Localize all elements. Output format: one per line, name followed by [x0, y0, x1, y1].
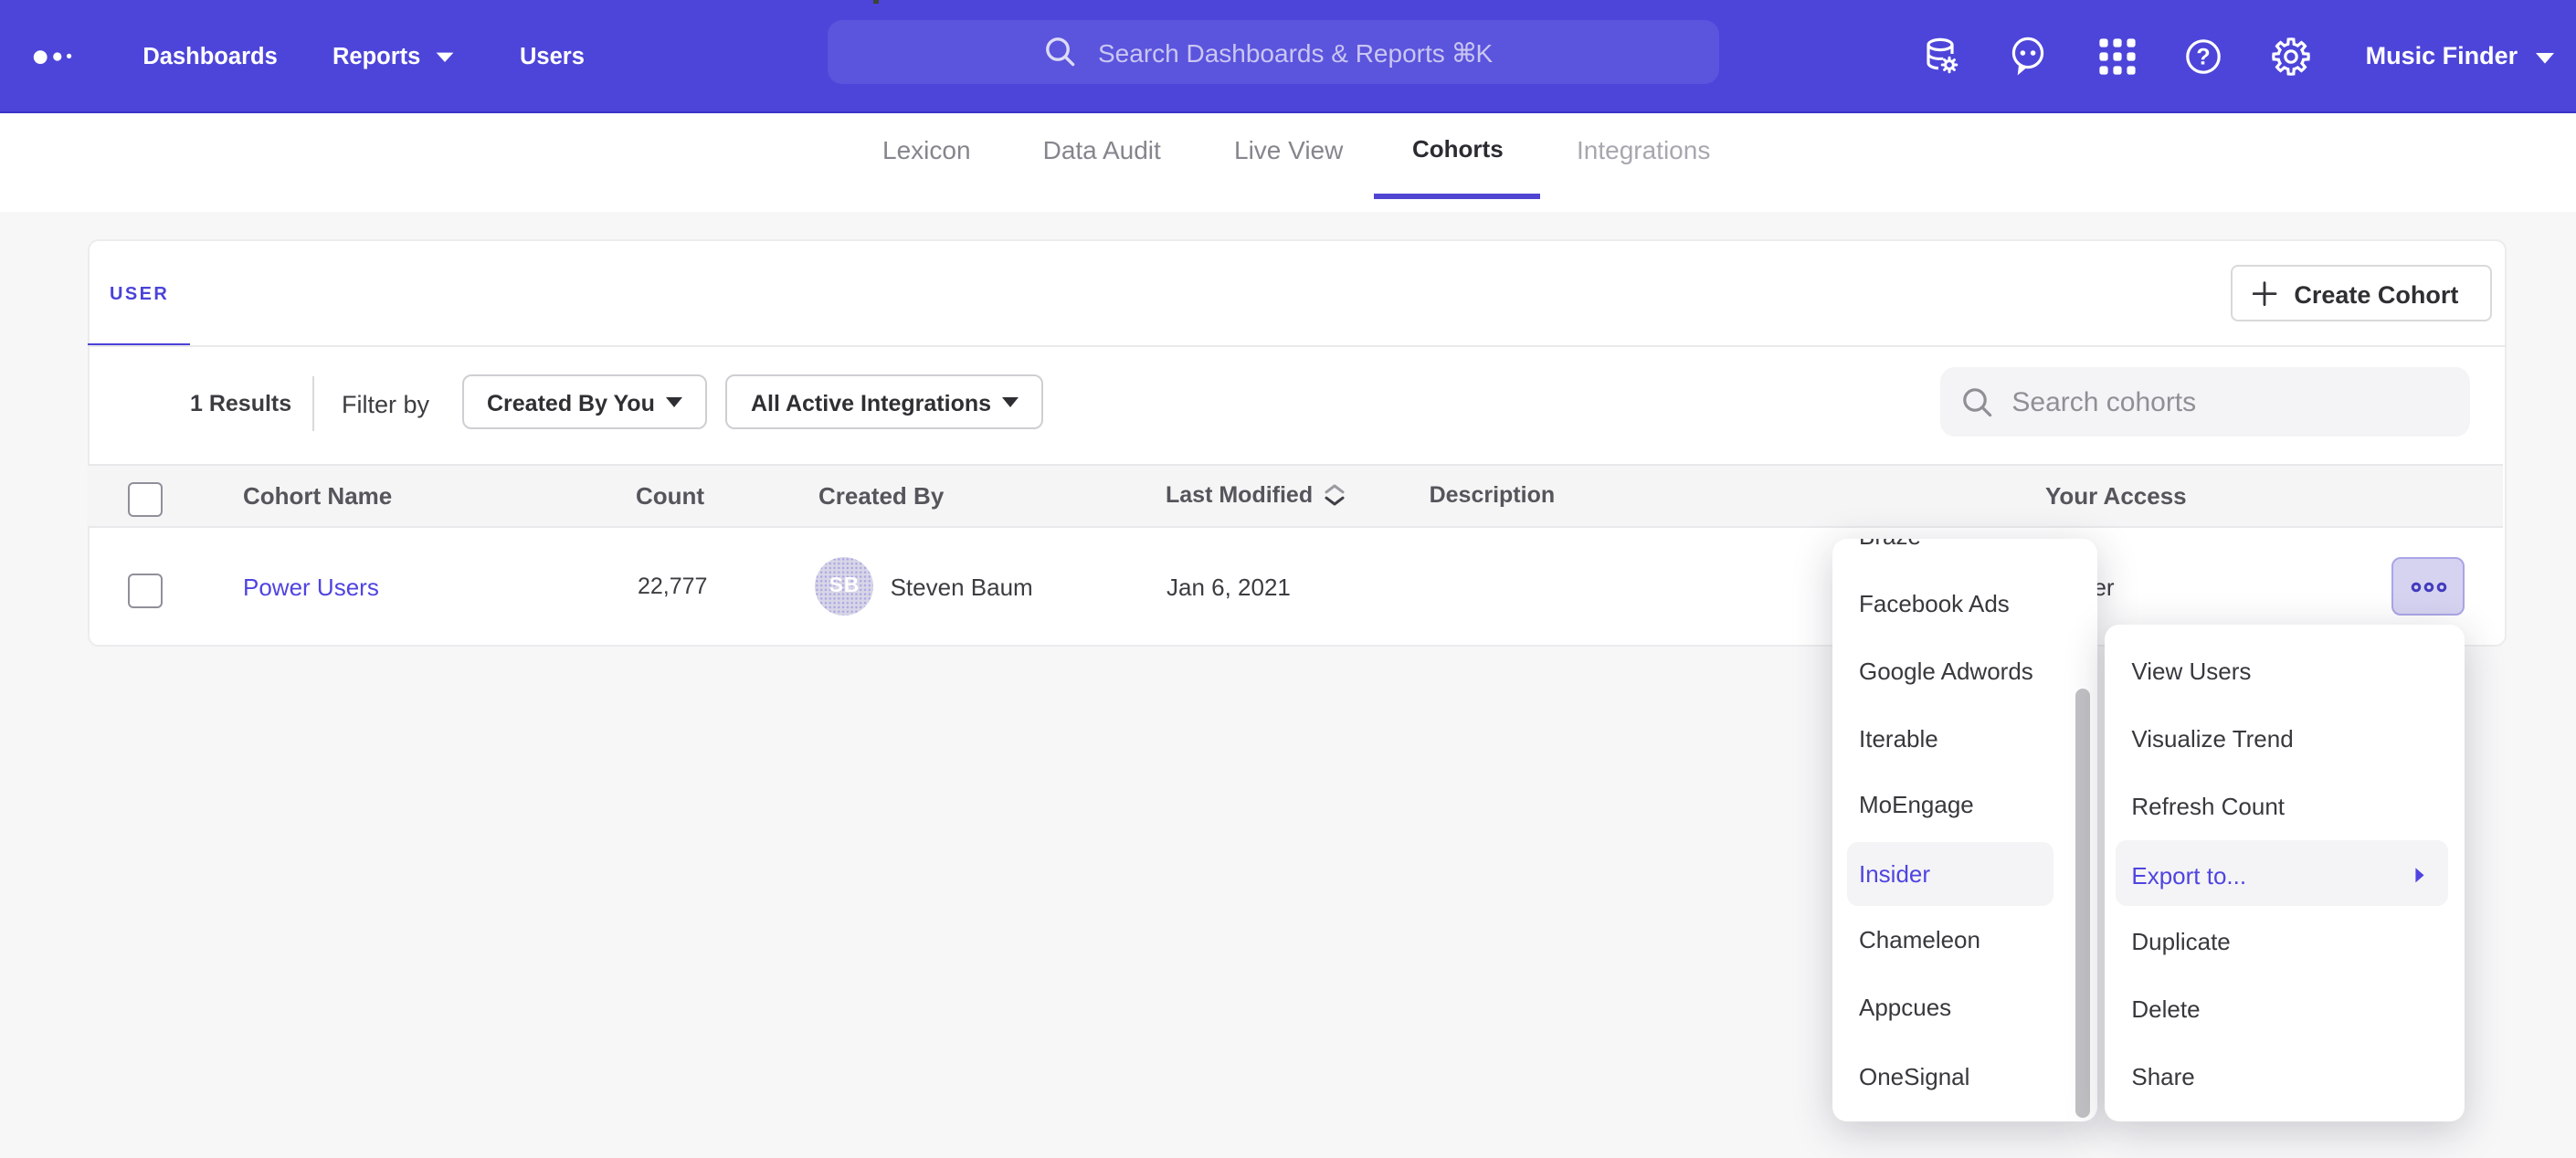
svg-text:?: ?: [2197, 44, 2211, 69]
